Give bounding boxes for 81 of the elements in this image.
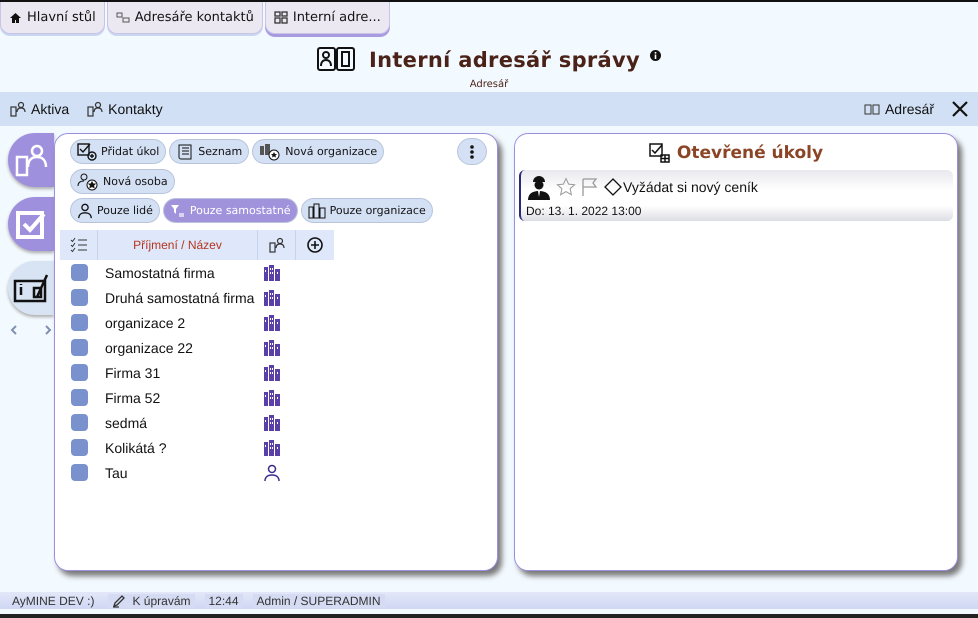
contact-name[interactable]: Firma 52 [97,390,257,406]
contact-name[interactable]: sedmá [97,414,257,430]
action-button[interactable]: Nová organizace [252,139,384,164]
page-title: Interní adresář správy [368,48,640,72]
contact-name[interactable]: Druhá samostatná firma [97,290,257,306]
row-marker[interactable] [71,264,88,281]
filter-icon [170,204,186,218]
tab[interactable]: Interní adre... [264,2,390,34]
panel-title: Otevřené úkoly [676,143,824,163]
action-button[interactable]: Seznam [169,139,250,164]
toolbar-link[interactable]: Kontakty [87,101,163,117]
chevron-right-icon[interactable] [45,325,52,335]
flag-icon[interactable] [580,177,600,197]
worker-icon [526,174,552,200]
close-icon[interactable] [952,101,968,117]
person-icon [77,202,93,218]
menu-button[interactable] [457,138,487,165]
filter-button[interactable]: Pouze organizace [300,198,433,223]
address-book-icon [316,47,355,73]
row-marker[interactable] [71,414,88,431]
row-marker[interactable] [71,389,88,406]
building-icon [308,202,326,218]
building-icon [263,338,281,356]
task-due-date: Do: 13. 1. 2022 13:00 [526,204,642,218]
building-icon [263,314,281,332]
contact-name[interactable]: Kolikátá ? [97,440,257,456]
home-icon [9,12,22,24]
person-icon [263,464,281,482]
task-title: Vyžádat si nový ceník [623,179,758,195]
status-item: AyMINE DEV :) [11,594,96,608]
add-icon[interactable] [306,237,322,253]
status-item: 12:44 [204,594,243,608]
pencil-icon [112,594,126,608]
nav-button[interactable] [8,261,54,315]
task-grid-icon [648,143,671,163]
more-icon [470,144,474,158]
info-icon[interactable] [650,50,662,60]
task-card[interactable]: Vyžádat si nový ceník Do: 13. 1. 2022 13:00 [519,170,953,221]
building-icon [263,438,281,456]
contact-name[interactable]: Tau [97,464,257,480]
status-item: Admin / SUPERADMIN [252,594,385,608]
new-organization-icon [259,142,282,160]
grid-icon [274,11,288,24]
row-marker[interactable] [71,289,88,306]
contact-name[interactable]: Firma 31 [97,364,257,380]
row-marker[interactable] [71,464,88,481]
chevron-left-icon[interactable] [10,325,17,335]
status-item[interactable]: K úpravám [108,594,194,608]
action-button[interactable]: Přidat úkol [70,139,166,164]
cards-icon [116,12,130,24]
building-icon [263,288,281,306]
tab[interactable]: Hlavní stůl [0,2,105,34]
contacts-icon [268,237,284,253]
contact-name[interactable]: organizace 2 [97,314,257,330]
building-icon [263,414,281,432]
building-icon [263,264,281,282]
scroll-list-icon [176,144,194,160]
row-marker[interactable] [71,339,88,356]
contacts-icon [87,101,104,117]
contact-name[interactable]: Samostatná firma [97,264,257,280]
star-icon[interactable] [556,177,576,197]
toolbar-link[interactable]: Aktiva [10,101,70,117]
contact-name[interactable]: organizace 22 [97,340,257,356]
action-button[interactable]: Nová osoba [70,169,175,194]
task-add-icon [77,142,97,160]
diamond-icon [604,178,622,196]
toolbar-link[interactable]: Adresář [864,101,934,117]
tab[interactable]: Adresáře kontaktů [106,2,263,34]
building-icon [263,388,281,406]
page-subtitle: Adresář [470,79,508,90]
checklist-icon[interactable] [70,237,88,253]
filter-button[interactable]: Pouze lidé [70,198,160,223]
contacts-icon [10,101,26,117]
contacts-icon [14,143,48,177]
address-book-icon [864,104,880,114]
row-marker[interactable] [71,439,88,456]
column-header[interactable]: Příjmení / Název [133,238,222,252]
row-marker[interactable] [71,364,88,381]
building-icon [263,364,281,382]
new-person-icon [77,172,99,190]
row-marker[interactable] [71,314,88,331]
